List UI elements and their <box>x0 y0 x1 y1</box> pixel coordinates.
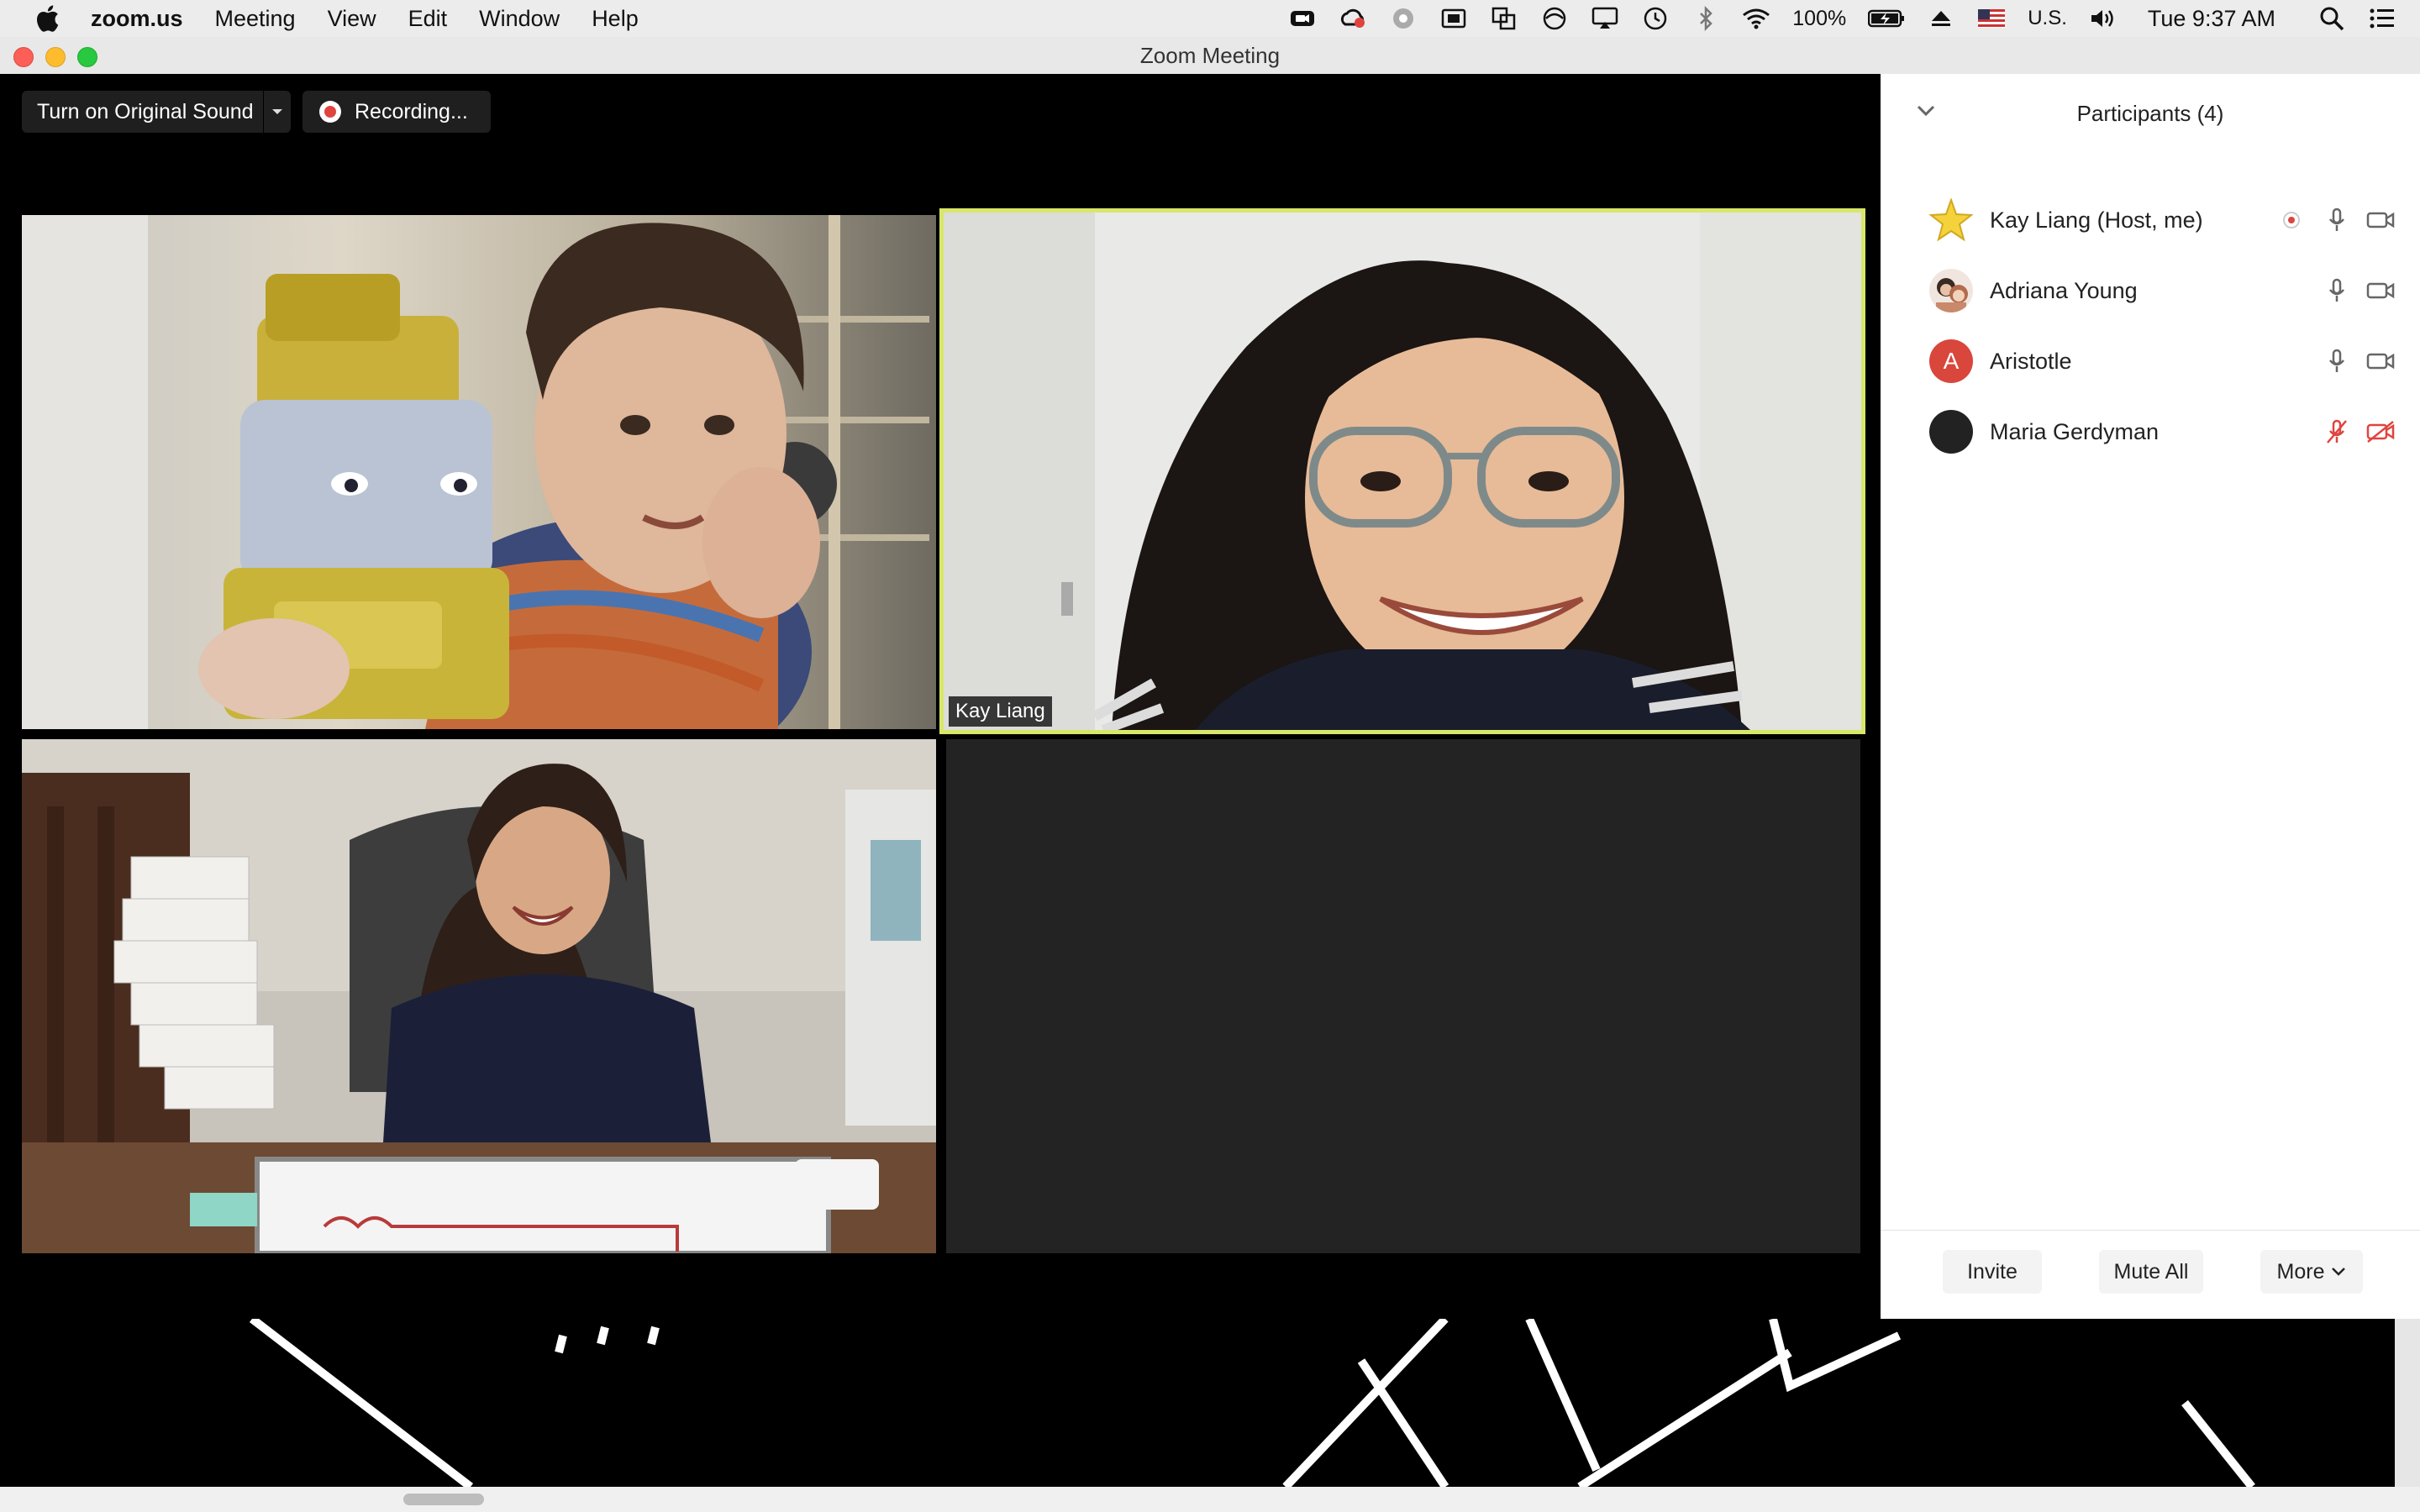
original-sound-button[interactable]: Turn on Original Sound <box>22 100 281 124</box>
scrollbar-thumb[interactable] <box>403 1494 484 1505</box>
participants-panel: Participants (4) Kay Liang (Host, me) Ad… <box>1881 74 2420 1319</box>
airplay-icon[interactable] <box>1591 6 1619 31</box>
muted-microphone-icon[interactable] <box>2323 417 2351 446</box>
more-button-label: More <box>2276 1259 2325 1284</box>
participant-row-adriana-young[interactable]: Adriana Young <box>1881 255 2420 326</box>
participant-name: Adriana Young <box>1990 277 2138 303</box>
menu-meeting[interactable]: Meeting <box>215 6 296 32</box>
speaker-name-label: Kay Liang <box>949 696 1052 727</box>
video-tile-no-video[interactable] <box>946 739 1860 1253</box>
participant-row-aristotle[interactable]: A Aristotle <box>1881 326 2420 396</box>
microphone-icon[interactable] <box>2323 347 2351 375</box>
original-sound-control: Turn on Original Sound <box>22 91 291 133</box>
microphone-icon[interactable] <box>2323 276 2351 305</box>
participant-row-kay-liang[interactable]: Kay Liang (Host, me) <box>1881 185 2420 255</box>
mute-all-button[interactable]: Mute All <box>2099 1250 2203 1294</box>
video-camera-icon[interactable] <box>2366 347 2395 375</box>
screen-icon[interactable] <box>1439 6 1468 31</box>
participant-1-video <box>22 215 936 729</box>
apple-menu-icon[interactable] <box>30 2 64 35</box>
panel-footer-divider <box>1881 1230 2420 1231</box>
participant-name: Maria Gerdyman <box>1990 418 2160 444</box>
menu-app-zoom[interactable]: zoom.us <box>91 6 183 32</box>
sync-icon[interactable] <box>1389 6 1418 31</box>
recording-status-icon <box>2277 206 2306 234</box>
menu-edit[interactable]: Edit <box>408 6 448 32</box>
video-tile-participant-3[interactable] <box>22 739 936 1253</box>
kay-liang-video <box>944 213 1861 730</box>
background-sketch-image <box>249 1319 2420 1491</box>
wifi-icon[interactable] <box>1742 6 1770 31</box>
participant-name: Aristotle <box>1990 348 2072 374</box>
participants-header: Participants (4) <box>1881 74 2420 146</box>
record-icon <box>319 101 341 123</box>
letter-avatar: A <box>1929 339 1973 383</box>
photo-avatar <box>1929 269 1973 312</box>
video-camera-icon[interactable] <box>2366 276 2395 305</box>
battery-icon[interactable] <box>1868 6 1905 31</box>
zoom-meeting-window: Zoom Meeting Turn on Original Sound Reco… <box>0 37 2420 1319</box>
star-avatar <box>1929 198 1973 242</box>
invite-button[interactable]: Invite <box>1943 1250 2042 1294</box>
vpn-icon[interactable] <box>1540 6 1569 31</box>
input-source-label[interactable]: U.S. <box>2028 7 2067 30</box>
menu-bar: zoom.us Meeting View Edit Window Help 10… <box>0 0 2420 37</box>
microphone-icon[interactable] <box>2323 206 2351 234</box>
more-button[interactable]: More <box>2260 1250 2363 1294</box>
recording-indicator[interactable]: Recording... <box>302 91 491 133</box>
menu-window[interactable]: Window <box>479 6 560 32</box>
window-title: Zoom Meeting <box>1139 43 1281 68</box>
video-tile-active-speaker[interactable]: Kay Liang <box>939 208 1865 734</box>
horizontal-scrollbar[interactable] <box>0 1487 2420 1512</box>
time-machine-icon[interactable] <box>1641 6 1670 31</box>
bluetooth-icon[interactable] <box>1691 6 1720 31</box>
blank-avatar <box>1929 410 1973 454</box>
menu-help[interactable]: Help <box>592 6 639 32</box>
window-share-icon[interactable] <box>1490 6 1518 31</box>
eject-icon[interactable] <box>1927 6 1955 31</box>
recording-label: Recording... <box>355 99 468 123</box>
video-gallery: Turn on Original Sound Recording... Kay … <box>0 74 1881 1319</box>
menu-view[interactable]: View <box>328 6 376 32</box>
spotlight-search-icon[interactable] <box>2317 6 2346 31</box>
participant-3-video <box>22 739 936 1253</box>
background-desktop-area <box>0 1319 2420 1512</box>
video-camera-icon[interactable] <box>2366 206 2395 234</box>
zoom-status-icon[interactable] <box>1288 6 1317 31</box>
video-tile-participant-1[interactable] <box>22 215 936 729</box>
original-sound-dropdown-icon[interactable] <box>263 91 291 133</box>
us-flag-icon[interactable] <box>1977 6 2006 31</box>
menu-clock[interactable]: Tue 9:37 AM <box>2148 6 2275 32</box>
participant-name: Kay Liang (Host, me) <box>1990 207 2203 233</box>
notification-center-icon[interactable] <box>2368 6 2396 31</box>
battery-percentage: 100% <box>1792 6 1847 30</box>
volume-icon[interactable] <box>2089 6 2118 31</box>
participant-row-maria-gerdyman[interactable]: Maria Gerdyman <box>1881 396 2420 467</box>
window-titlebar[interactable]: Zoom Meeting <box>0 37 2420 75</box>
creative-cloud-icon[interactable] <box>1339 6 1367 31</box>
chevron-down-icon <box>2332 1268 2346 1276</box>
video-off-icon[interactable] <box>2366 417 2395 446</box>
participants-title: Participants (4) <box>2076 101 2224 126</box>
